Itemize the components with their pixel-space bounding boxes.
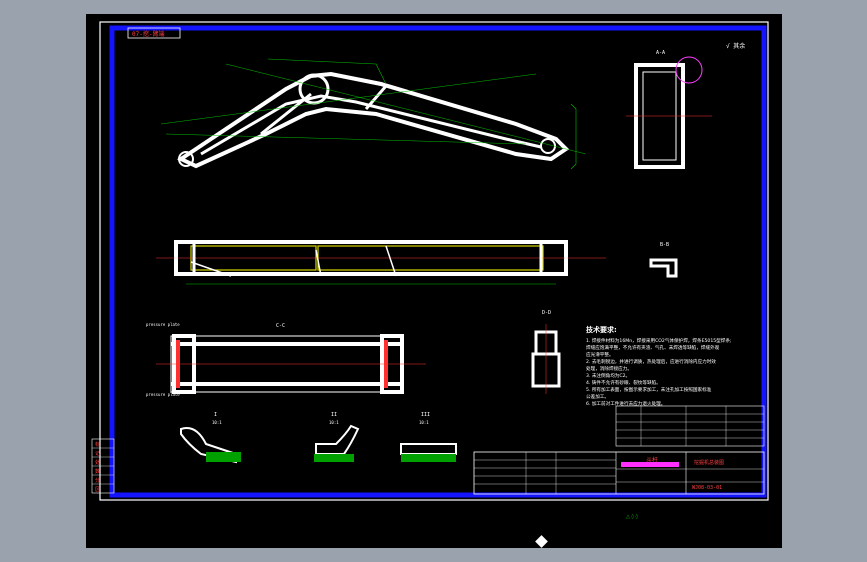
detail-view-III: III 10:1 bbox=[400, 412, 457, 462]
company-name: 挖掘机总装图 bbox=[694, 459, 724, 466]
drawing-sheet: 07-挖-臂端 √ 其余 A-A B-B pressure plate pres… bbox=[91, 21, 769, 520]
section-view-A: A-A bbox=[626, 50, 712, 169]
tech-line: 5. 所有加工表面，按图示要求加工，未注孔加工按照国家标准 bbox=[586, 386, 712, 393]
svg-text:记: 记 bbox=[95, 450, 100, 457]
svg-text:10:1: 10:1 bbox=[419, 420, 429, 425]
tech-title: 技术要求: bbox=[586, 325, 617, 334]
svg-text:数: 数 bbox=[95, 468, 100, 475]
parts-list bbox=[615, 405, 765, 447]
section-label-C: C-C bbox=[276, 323, 285, 329]
svg-text:分: 分 bbox=[95, 477, 100, 484]
side-tag-top: pressure plate bbox=[146, 322, 180, 327]
tech-line: 处理，消除焊接应力。 bbox=[586, 365, 632, 372]
cad-viewport[interactable]: 07-挖-臂端 √ 其余 A-A B-B pressure plate pres… bbox=[86, 14, 782, 548]
detail-view-II: II 10:1 bbox=[314, 412, 360, 462]
detail-view-I: I 10:1 bbox=[180, 412, 241, 464]
section-view-D: D-D bbox=[531, 310, 561, 394]
section-label-B: B-B bbox=[660, 242, 669, 248]
tech-line: 4. 铸件不允许有砂眼、裂纹等缺陷。 bbox=[586, 379, 661, 386]
drawing-number: WJ08-03-01 bbox=[692, 485, 722, 491]
status-text: △ ◊ ◊ bbox=[626, 513, 638, 520]
title-block: 斗杆 挖掘机总装图 WJ08-03-01 bbox=[473, 451, 765, 495]
section-label-D: D-D bbox=[542, 310, 551, 316]
svg-text:10:1: 10:1 bbox=[329, 420, 339, 425]
svg-text:10:1: 10:1 bbox=[212, 420, 222, 425]
tech-line: 应光滑平整。 bbox=[586, 351, 614, 358]
tech-line: 1. 焊接件材料为16Mn，焊接采用CO2气体保护焊，焊条E5015型焊条; bbox=[586, 337, 732, 344]
section-label-A: A-A bbox=[656, 50, 665, 56]
technical-requirements: 技术要求: 1. 焊接件材料为16Mn，焊接采用CO2气体保护焊，焊条E5015… bbox=[586, 325, 732, 407]
section-view-B: B-B bbox=[649, 242, 678, 278]
tech-line: 公差加工。 bbox=[586, 393, 609, 400]
surface-mark: √ 其余 bbox=[726, 42, 745, 50]
tech-line: 2. 去毛刺锐边，并进行调质，热处理后，应进行消除内应力时效 bbox=[586, 358, 716, 365]
svg-text:区: 区 bbox=[95, 487, 100, 493]
title-tag: 07-挖-臂端 bbox=[132, 30, 164, 38]
part-name: 斗杆 bbox=[646, 456, 658, 464]
detail-label-I: I bbox=[214, 412, 217, 418]
svg-text:标: 标 bbox=[95, 441, 100, 448]
detail-label-II: II bbox=[331, 412, 337, 418]
detail-label-III: III bbox=[421, 412, 430, 418]
svg-text:处: 处 bbox=[95, 459, 100, 466]
arm-bottom-view: pressure plate pressure plate C-C bbox=[146, 322, 426, 397]
arm-plan-view bbox=[156, 240, 606, 285]
tech-line: 3. 未注倒角均为C2。 bbox=[586, 372, 630, 379]
arm-elevation-view bbox=[160, 58, 587, 170]
tech-line: 焊缝应饱满平整，不允许有夹渣、气孔、未焊透等缺陷，焊缝外观 bbox=[586, 344, 720, 351]
